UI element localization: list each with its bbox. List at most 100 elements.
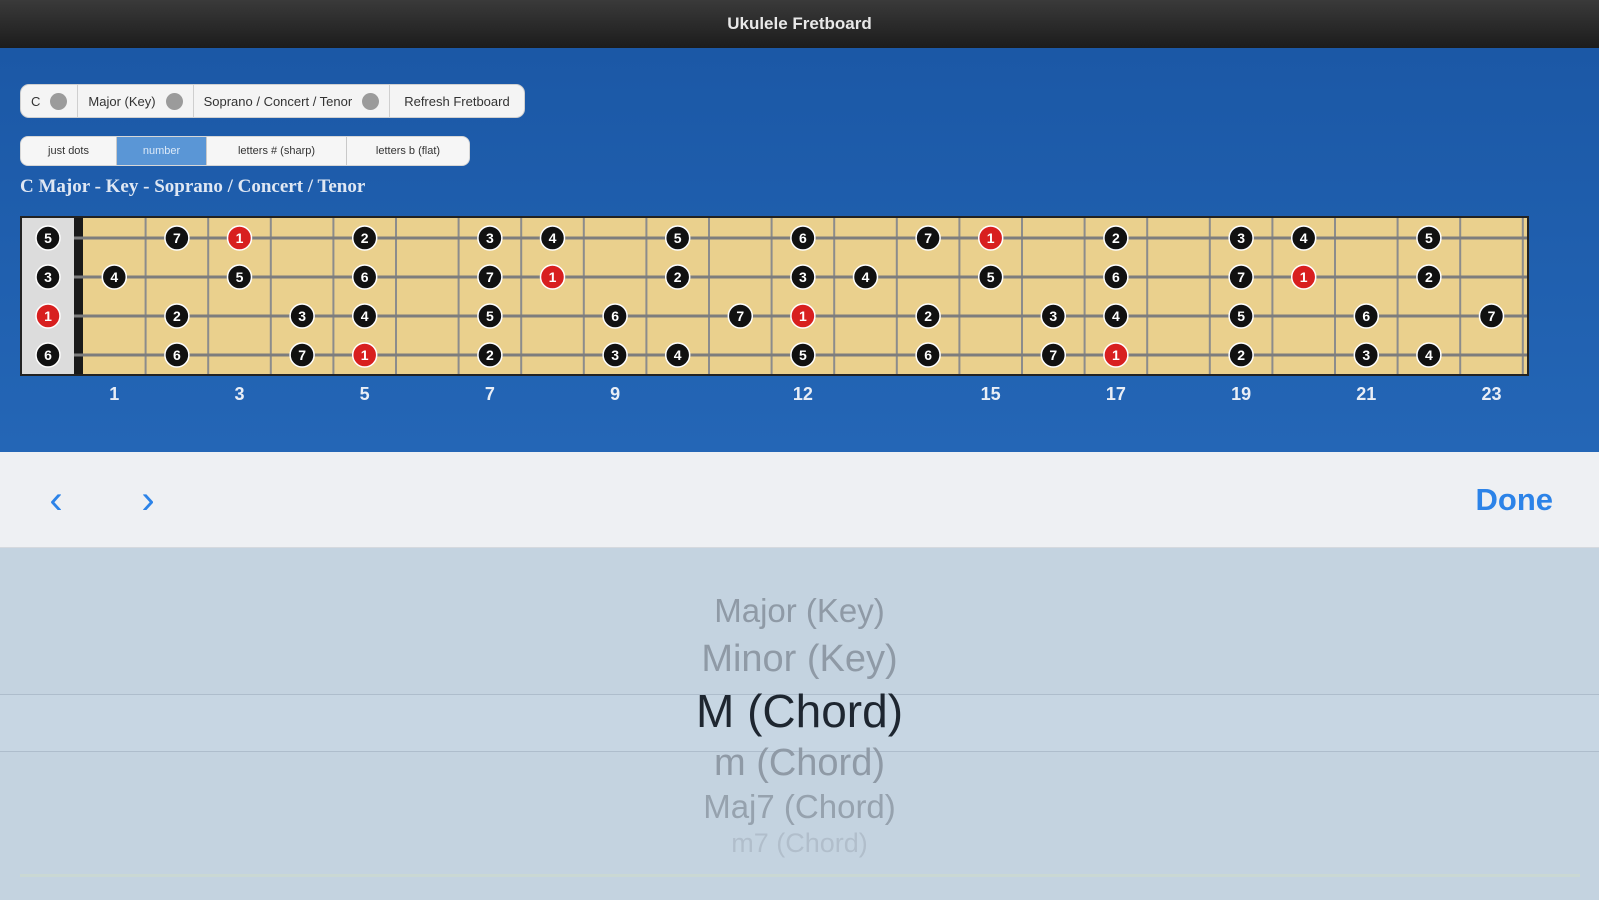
note-dot[interactable]: 2 xyxy=(1416,264,1442,290)
note-dot[interactable]: 5 xyxy=(977,264,1004,290)
picker-option[interactable]: Major (Key) xyxy=(0,592,1599,630)
root-note-dot[interactable]: 1 xyxy=(35,303,61,329)
note-dot[interactable]: 4 xyxy=(1290,225,1317,251)
note-degree-label: 5 xyxy=(486,308,494,324)
note-degree-label: 7 xyxy=(173,230,181,246)
scale-selector[interactable]: Major (Key) xyxy=(78,85,194,117)
note-dot[interactable]: 3 xyxy=(477,225,503,251)
refresh-fretboard-label: Refresh Fretboard xyxy=(404,93,510,109)
fret-number-row: 1 3 5 7 9 12 15 17 19 21 23 xyxy=(0,384,1599,410)
refresh-fretboard-button[interactable]: Refresh Fretboard xyxy=(390,85,524,117)
note-dot[interactable]: 3 xyxy=(1353,342,1380,368)
note-degree-label: 1 xyxy=(361,347,369,363)
mode-just-dots[interactable]: just dots xyxy=(21,137,117,165)
root-note-dot[interactable]: 1 xyxy=(539,264,566,290)
note-dot[interactable]: 2 xyxy=(664,264,691,290)
note-dot[interactable]: 4 xyxy=(664,342,691,368)
note-dot[interactable]: 2 xyxy=(1228,342,1254,368)
note-dot[interactable]: 3 xyxy=(790,264,816,290)
mode-letters-sharp[interactable]: letters # (sharp) xyxy=(207,137,347,165)
note-degree-label: 1 xyxy=(987,230,995,246)
note-dot[interactable]: 5 xyxy=(35,225,61,251)
note-dot[interactable]: 3 xyxy=(35,264,61,290)
picker-divider xyxy=(20,874,1580,877)
note-dot[interactable]: 5 xyxy=(1228,303,1254,329)
scale-picker[interactable]: Major (Key) Minor (Key) M (Chord) m (Cho… xyxy=(0,548,1599,900)
note-dot[interactable]: 4 xyxy=(539,225,566,251)
note-degree-label: 6 xyxy=(44,347,52,363)
note-degree-label: 1 xyxy=(44,308,52,324)
note-dot[interactable]: 6 xyxy=(790,225,816,251)
note-degree-label: 4 xyxy=(1112,308,1120,324)
note-dot[interactable]: 3 xyxy=(602,342,628,368)
note-degree-label: 2 xyxy=(924,308,932,324)
note-dot[interactable]: 6 xyxy=(351,264,378,290)
tuning-selector[interactable]: Soprano / Concert / Tenor xyxy=(194,85,391,117)
fret-wire xyxy=(1459,218,1462,374)
note-dot[interactable]: 5 xyxy=(1416,225,1442,251)
note-dot[interactable]: 7 xyxy=(915,225,941,251)
note-dot[interactable]: 2 xyxy=(351,225,378,251)
note-dot[interactable]: 3 xyxy=(1040,303,1067,329)
note-dot[interactable]: 6 xyxy=(602,303,628,329)
fret-wire xyxy=(1271,218,1274,374)
note-dot[interactable]: 7 xyxy=(727,303,754,329)
root-note-dot[interactable]: 1 xyxy=(1290,264,1317,290)
mode-letters-flat[interactable]: letters b (flat) xyxy=(347,137,469,165)
note-degree-label: 2 xyxy=(486,347,494,363)
note-dot[interactable]: 5 xyxy=(477,303,503,329)
root-note-dot[interactable]: 1 xyxy=(226,225,253,251)
picker-option-selected[interactable]: M (Chord) xyxy=(0,684,1599,738)
note-degree-label: 5 xyxy=(1425,230,1433,246)
note-degree-label: 6 xyxy=(924,347,932,363)
note-dot[interactable]: 4 xyxy=(1416,342,1442,368)
note-dot[interactable]: 5 xyxy=(664,225,691,251)
note-dot[interactable]: 6 xyxy=(1353,303,1380,329)
note-dot[interactable]: 4 xyxy=(1103,303,1129,329)
picker-option[interactable]: Maj7 (Chord) xyxy=(0,788,1599,826)
note-dot[interactable]: 3 xyxy=(1228,225,1254,251)
note-degree-label: 4 xyxy=(110,269,118,285)
tuning-selector-label: Soprano / Concert / Tenor xyxy=(203,93,353,109)
chevron-right-icon[interactable]: › xyxy=(128,478,168,522)
note-degree-label: 7 xyxy=(1049,347,1057,363)
root-note-dot[interactable]: 1 xyxy=(790,303,816,329)
picker-option[interactable]: m7 (Chord) xyxy=(0,828,1599,859)
note-dot[interactable]: 2 xyxy=(1103,225,1129,251)
root-note-dot[interactable]: 1 xyxy=(1103,342,1129,368)
note-dot[interactable]: 4 xyxy=(852,264,879,290)
note-dot[interactable]: 7 xyxy=(477,264,503,290)
note-dot[interactable]: 5 xyxy=(226,264,253,290)
note-dot[interactable]: 6 xyxy=(915,342,941,368)
fret-wire xyxy=(708,218,710,374)
note-dot[interactable]: 7 xyxy=(289,342,315,368)
note-degree-label: 1 xyxy=(1300,269,1308,285)
note-dot[interactable]: 4 xyxy=(351,303,378,329)
note-dot[interactable]: 5 xyxy=(790,342,816,368)
note-dot[interactable]: 7 xyxy=(1040,342,1067,368)
fretboard: 5 3 1 6 7 1 2 3 4 5 6 7 1 2 3 4 5 4 5 6 7 1 2 3 4 5 6 7 1 2 2 3 4 5 6 7 1 2 3 4… xyxy=(20,216,1529,376)
note-dot[interactable]: 6 xyxy=(35,342,61,368)
root-note-dot[interactable]: 1 xyxy=(977,225,1004,251)
note-dot[interactable]: 6 xyxy=(164,342,190,368)
note-dot[interactable]: 7 xyxy=(1228,264,1254,290)
note-dot[interactable]: 7 xyxy=(1478,303,1505,329)
note-dot[interactable]: 3 xyxy=(289,303,315,329)
fret-wire xyxy=(1208,218,1211,374)
chevron-left-icon[interactable]: ‹ xyxy=(36,478,76,522)
note-dot[interactable]: 4 xyxy=(101,264,128,290)
note-degree-label: 3 xyxy=(44,269,52,285)
key-selector[interactable]: C xyxy=(21,85,79,117)
note-dot[interactable]: 7 xyxy=(164,225,190,251)
picker-option[interactable]: m (Chord) xyxy=(0,742,1599,785)
fret-wire xyxy=(582,218,585,374)
picker-option[interactable]: Minor (Key) xyxy=(0,638,1599,681)
mode-number[interactable]: number xyxy=(117,137,207,165)
fret-wire xyxy=(207,218,210,374)
root-note-dot[interactable]: 1 xyxy=(351,342,378,368)
note-dot[interactable]: 6 xyxy=(1103,264,1129,290)
note-dot[interactable]: 2 xyxy=(915,303,941,329)
note-dot[interactable]: 2 xyxy=(164,303,190,329)
done-button[interactable]: Done xyxy=(1476,482,1554,518)
note-dot[interactable]: 2 xyxy=(477,342,503,368)
